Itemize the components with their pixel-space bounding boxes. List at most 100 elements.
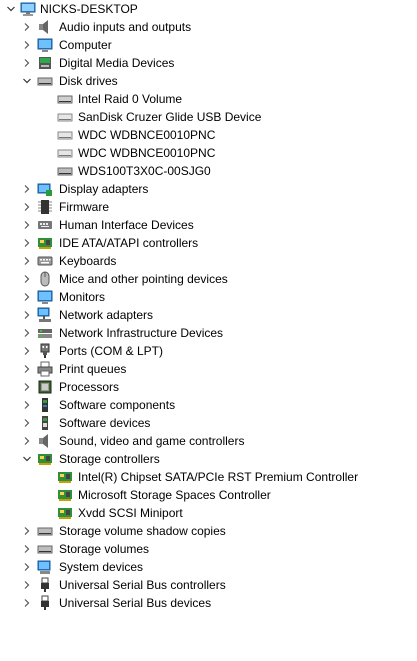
device-tree: NICKS-DESKTOP Audio inputs and outputs C… [0,0,417,612]
chevron-right-icon[interactable] [20,306,34,324]
disk-drive-icon [57,145,73,161]
processor-icon [37,379,53,395]
chevron-down-icon[interactable] [20,72,34,90]
disk-drive-item[interactable]: SanDisk Cruzer Glide USB Device [0,108,417,126]
chevron-right-icon[interactable] [20,288,34,306]
category-sound[interactable]: Sound, video and game controllers [0,432,417,450]
chevron-right-icon[interactable] [20,252,34,270]
category-software-components[interactable]: Software components [0,396,417,414]
category-label: Audio inputs and outputs [59,20,192,34]
storage-controller-item[interactable]: Xvdd SCSI Miniport [0,504,417,522]
category-label: Storage controllers [59,452,160,466]
category-hid[interactable]: Human Interface Devices [0,216,417,234]
chevron-right-icon[interactable] [20,522,34,540]
firmware-chip-icon [37,199,53,215]
system-device-icon [37,559,53,575]
category-shadow-copies[interactable]: Storage volume shadow copies [0,522,417,540]
category-audio[interactable]: Audio inputs and outputs [0,18,417,36]
chevron-right-icon[interactable] [20,36,34,54]
storage-controller-item[interactable]: Microsoft Storage Spaces Controller [0,486,417,504]
controller-card-icon [37,235,53,251]
disk-drive-item[interactable]: Intel Raid 0 Volume [0,90,417,108]
category-label: Print queues [59,362,127,376]
category-mice[interactable]: Mice and other pointing devices [0,270,417,288]
category-software-devices[interactable]: Software devices [0,414,417,432]
category-ports[interactable]: Ports (COM & LPT) [0,342,417,360]
network-infrastructure-icon [37,325,53,341]
category-display-adapters[interactable]: Display adapters [0,180,417,198]
chevron-right-icon[interactable] [20,180,34,198]
category-label: Network adapters [59,308,154,322]
chevron-right-icon[interactable] [20,432,34,450]
port-connector-icon [37,343,53,359]
category-label: Sound, video and game controllers [59,434,245,448]
chevron-right-icon[interactable] [20,342,34,360]
chevron-right-icon[interactable] [20,558,34,576]
category-label: Mice and other pointing devices [59,272,228,286]
category-network-infrastructure[interactable]: Network Infrastructure Devices [0,324,417,342]
category-label: Firmware [59,200,109,214]
category-label: Ports (COM & LPT) [59,344,164,358]
storage-controller-item[interactable]: Intel(R) Chipset SATA/PCIe RST Premium C… [0,468,417,486]
category-keyboards[interactable]: Keyboards [0,252,417,270]
category-network-adapters[interactable]: Network adapters [0,306,417,324]
category-print-queues[interactable]: Print queues [0,360,417,378]
chevron-right-icon[interactable] [20,378,34,396]
category-firmware[interactable]: Firmware [0,198,417,216]
category-storage-volumes[interactable]: Storage volumes [0,540,417,558]
disk-drive-icon [37,73,53,89]
category-label: Computer [59,38,112,52]
chevron-right-icon[interactable] [20,270,34,288]
chevron-right-icon[interactable] [20,576,34,594]
category-monitors[interactable]: Monitors [0,288,417,306]
disk-drive-icon [37,541,53,557]
monitor-icon [37,37,53,53]
category-ide[interactable]: IDE ATA/ATAPI controllers [0,234,417,252]
storage-controller-label: Intel(R) Chipset SATA/PCIe RST Premium C… [78,470,359,484]
category-storage-controllers[interactable]: Storage controllers [0,450,417,468]
category-label: Monitors [59,290,106,304]
category-system-devices[interactable]: System devices [0,558,417,576]
disk-drive-item[interactable]: WDC WDBNCE0010PNC [0,126,417,144]
software-device-icon [37,415,53,431]
chevron-right-icon[interactable] [20,54,34,72]
chevron-right-icon[interactable] [20,540,34,558]
category-usb-devices[interactable]: Universal Serial Bus devices [0,594,417,612]
display-adapter-icon [37,181,53,197]
storage-controller-icon [57,487,73,503]
category-processors[interactable]: Processors [0,378,417,396]
chevron-right-icon[interactable] [20,18,34,36]
disk-drive-item[interactable]: WDS100T3X0C-00SJG0 [0,162,417,180]
chevron-down-icon[interactable] [20,450,34,468]
tree-root[interactable]: NICKS-DESKTOP [0,0,417,18]
monitor-icon [37,289,53,305]
chevron-right-icon[interactable] [20,198,34,216]
category-label: Universal Serial Bus devices [59,596,212,610]
chevron-down-icon[interactable] [4,0,18,18]
disk-drive-label: WDC WDBNCE0010PNC [78,128,216,142]
chevron-right-icon[interactable] [20,414,34,432]
chevron-right-icon[interactable] [20,396,34,414]
chevron-right-icon[interactable] [20,360,34,378]
network-adapter-icon [37,307,53,323]
category-usb-controllers[interactable]: Universal Serial Bus controllers [0,576,417,594]
keyboard-icon [37,253,53,269]
tree-root-label: NICKS-DESKTOP [40,2,138,16]
storage-controller-icon [57,469,73,485]
category-digital-media[interactable]: Digital Media Devices [0,54,417,72]
media-device-icon [37,55,53,71]
category-computer[interactable]: Computer [0,36,417,54]
chevron-right-icon[interactable] [20,594,34,612]
category-disk-drives[interactable]: Disk drives [0,72,417,90]
chevron-right-icon[interactable] [20,216,34,234]
disk-drive-icon [37,523,53,539]
printer-icon [37,361,53,377]
chevron-right-icon[interactable] [20,234,34,252]
disk-drive-label: WDS100T3X0C-00SJG0 [78,164,211,178]
category-label: Disk drives [59,74,118,88]
category-label: Processors [59,380,120,394]
disk-drive-item[interactable]: WDC WDBNCE0010PNC [0,144,417,162]
chevron-right-icon[interactable] [20,324,34,342]
speaker-icon [37,19,53,35]
speaker-icon [37,433,53,449]
